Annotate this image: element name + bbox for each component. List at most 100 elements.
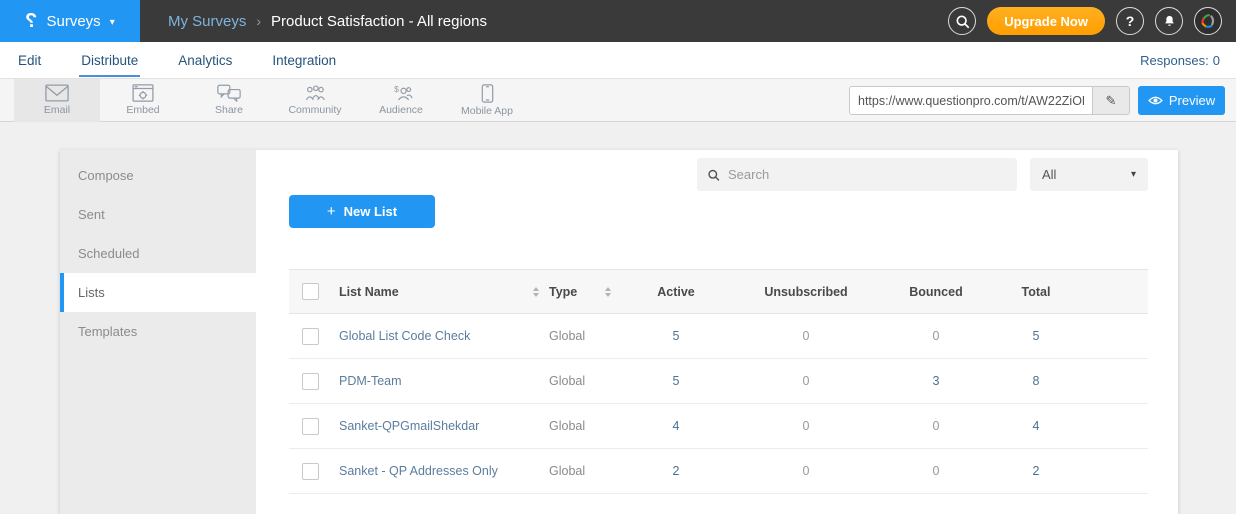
sidebar-item-scheduled[interactable]: Scheduled (60, 234, 256, 273)
preview-button[interactable]: Preview (1138, 86, 1225, 115)
col-type: Type (549, 285, 577, 299)
account-menu-button[interactable] (1194, 7, 1222, 35)
toolbar-item-mobile-app[interactable]: Mobile App (444, 79, 530, 122)
search-button[interactable] (948, 7, 976, 35)
question-mark-icon: ? (1126, 13, 1135, 29)
top-header-bar: ? Surveys ▾ My Surveys › Product Satisfa… (0, 0, 1236, 42)
upgrade-now-button[interactable]: Upgrade Now (987, 7, 1105, 35)
active-count[interactable]: 5 (621, 359, 731, 404)
distribute-toolbar: Email Embed Share Community $ Audience M… (0, 79, 1236, 122)
row-checkbox[interactable] (302, 328, 319, 345)
col-total: Total (991, 270, 1081, 314)
sidebar-item-lists[interactable]: Lists (60, 273, 256, 312)
page-background: Compose Sent Scheduled Lists Templates A… (0, 150, 1236, 514)
sort-list-name[interactable] (533, 287, 539, 297)
bell-icon (1162, 14, 1177, 29)
community-icon (303, 84, 327, 102)
total-count[interactable]: 2 (991, 449, 1081, 494)
pencil-icon: ✎ (1106, 93, 1117, 109)
breadcrumb-my-surveys-link[interactable]: My Surveys (168, 13, 246, 30)
table-row: Global List Code Check Global 5 0 0 5 (289, 314, 1148, 359)
unsubscribed-count[interactable]: 0 (731, 359, 881, 404)
chevron-down-icon: ▾ (110, 17, 115, 28)
lists-table: List Name Type Active Unsubscribed Bounc… (289, 269, 1148, 494)
email-sidebar: Compose Sent Scheduled Lists Templates (60, 150, 256, 514)
list-name-link[interactable]: Sanket - QP Addresses Only (339, 464, 498, 478)
total-count[interactable]: 8 (991, 359, 1081, 404)
search-box (697, 158, 1017, 191)
share-icon (217, 84, 241, 102)
list-name-link[interactable]: Sanket-QPGmailShekdar (339, 419, 479, 433)
bounced-count[interactable]: 0 (881, 404, 991, 449)
row-checkbox[interactable] (302, 418, 319, 435)
plus-icon: + (327, 203, 336, 220)
tab-edit[interactable]: Edit (16, 44, 43, 77)
tab-integration[interactable]: Integration (270, 44, 338, 77)
total-count[interactable]: 5 (991, 314, 1081, 359)
responses-counter[interactable]: Responses: 0 (1140, 53, 1220, 68)
row-checkbox[interactable] (302, 373, 319, 390)
header-actions: Upgrade Now ? (948, 7, 1222, 35)
responses-count: 0 (1213, 53, 1220, 68)
embed-icon (132, 84, 154, 102)
sort-type[interactable] (605, 287, 611, 297)
bounced-count[interactable]: 0 (881, 449, 991, 494)
col-unsubscribed: Unsubscribed (731, 270, 881, 314)
survey-nav-bar: Edit Distribute Analytics Integration Re… (0, 42, 1236, 79)
sidebar-item-templates[interactable]: Templates (60, 312, 256, 351)
product-switcher[interactable]: ? Surveys ▾ (0, 0, 140, 42)
list-name-link[interactable]: PDM-Team (339, 374, 402, 388)
survey-url-group: ✎ (849, 86, 1130, 115)
total-count[interactable]: 4 (991, 404, 1081, 449)
breadcrumb: My Surveys › Product Satisfaction - All … (168, 13, 948, 30)
active-count[interactable]: 5 (621, 314, 731, 359)
bounced-count[interactable]: 3 (881, 359, 991, 404)
table-header-row: List Name Type Active Unsubscribed Bounc… (289, 270, 1148, 314)
table-row: Sanket - QP Addresses Only Global 2 0 0 … (289, 449, 1148, 494)
eye-icon (1148, 95, 1163, 106)
tab-analytics[interactable]: Analytics (176, 44, 234, 77)
sidebar-item-compose[interactable]: Compose (60, 156, 256, 195)
edit-url-button[interactable]: ✎ (1092, 87, 1129, 114)
table-row: Sanket-QPGmailShekdar Global 4 0 0 4 (289, 404, 1148, 449)
toolbar-item-community[interactable]: Community (272, 79, 358, 122)
nav-tabs: Edit Distribute Analytics Integration (16, 44, 1140, 77)
filter-value: All (1042, 167, 1056, 182)
sidebar-item-sent[interactable]: Sent (60, 195, 256, 234)
toolbar-item-email[interactable]: Email (14, 79, 100, 122)
row-checkbox[interactable] (302, 463, 319, 480)
active-count[interactable]: 4 (621, 404, 731, 449)
product-name: Surveys (47, 13, 101, 30)
tab-distribute[interactable]: Distribute (79, 44, 140, 77)
col-active: Active (621, 270, 731, 314)
help-button[interactable]: ? (1116, 7, 1144, 35)
svg-text:$: $ (394, 84, 399, 94)
search-icon (955, 14, 970, 29)
col-list-name: List Name (339, 285, 399, 299)
audience-icon: $ (389, 84, 413, 102)
new-list-button[interactable]: + New List (289, 195, 435, 228)
breadcrumb-separator: › (256, 13, 261, 29)
mobile-app-icon (481, 84, 494, 103)
table-row: PDM-Team Global 5 0 3 8 (289, 359, 1148, 404)
toolbar-item-audience[interactable]: $ Audience (358, 79, 444, 122)
active-count[interactable]: 2 (621, 449, 731, 494)
unsubscribed-count[interactable]: 0 (731, 314, 881, 359)
col-bounced: Bounced (881, 270, 991, 314)
email-lists-card: Compose Sent Scheduled Lists Templates A… (60, 150, 1178, 514)
search-input[interactable] (728, 167, 1007, 182)
unsubscribed-count[interactable]: 0 (731, 404, 881, 449)
avatar (1198, 11, 1218, 31)
toolbar-item-share[interactable]: Share (186, 79, 272, 122)
list-filter-dropdown[interactable]: All ▾ (1030, 158, 1148, 191)
bounced-count[interactable]: 0 (881, 314, 991, 359)
list-name-link[interactable]: Global List Code Check (339, 329, 470, 343)
survey-url-input[interactable] (850, 87, 1092, 114)
select-all-checkbox[interactable] (302, 283, 319, 300)
toolbar-item-embed[interactable]: Embed (100, 79, 186, 122)
notifications-button[interactable] (1155, 7, 1183, 35)
unsubscribed-count[interactable]: 0 (731, 449, 881, 494)
responses-label: Responses: (1140, 53, 1209, 68)
survey-title: Product Satisfaction - All regions (271, 13, 487, 30)
chevron-down-icon: ▾ (1131, 169, 1136, 180)
